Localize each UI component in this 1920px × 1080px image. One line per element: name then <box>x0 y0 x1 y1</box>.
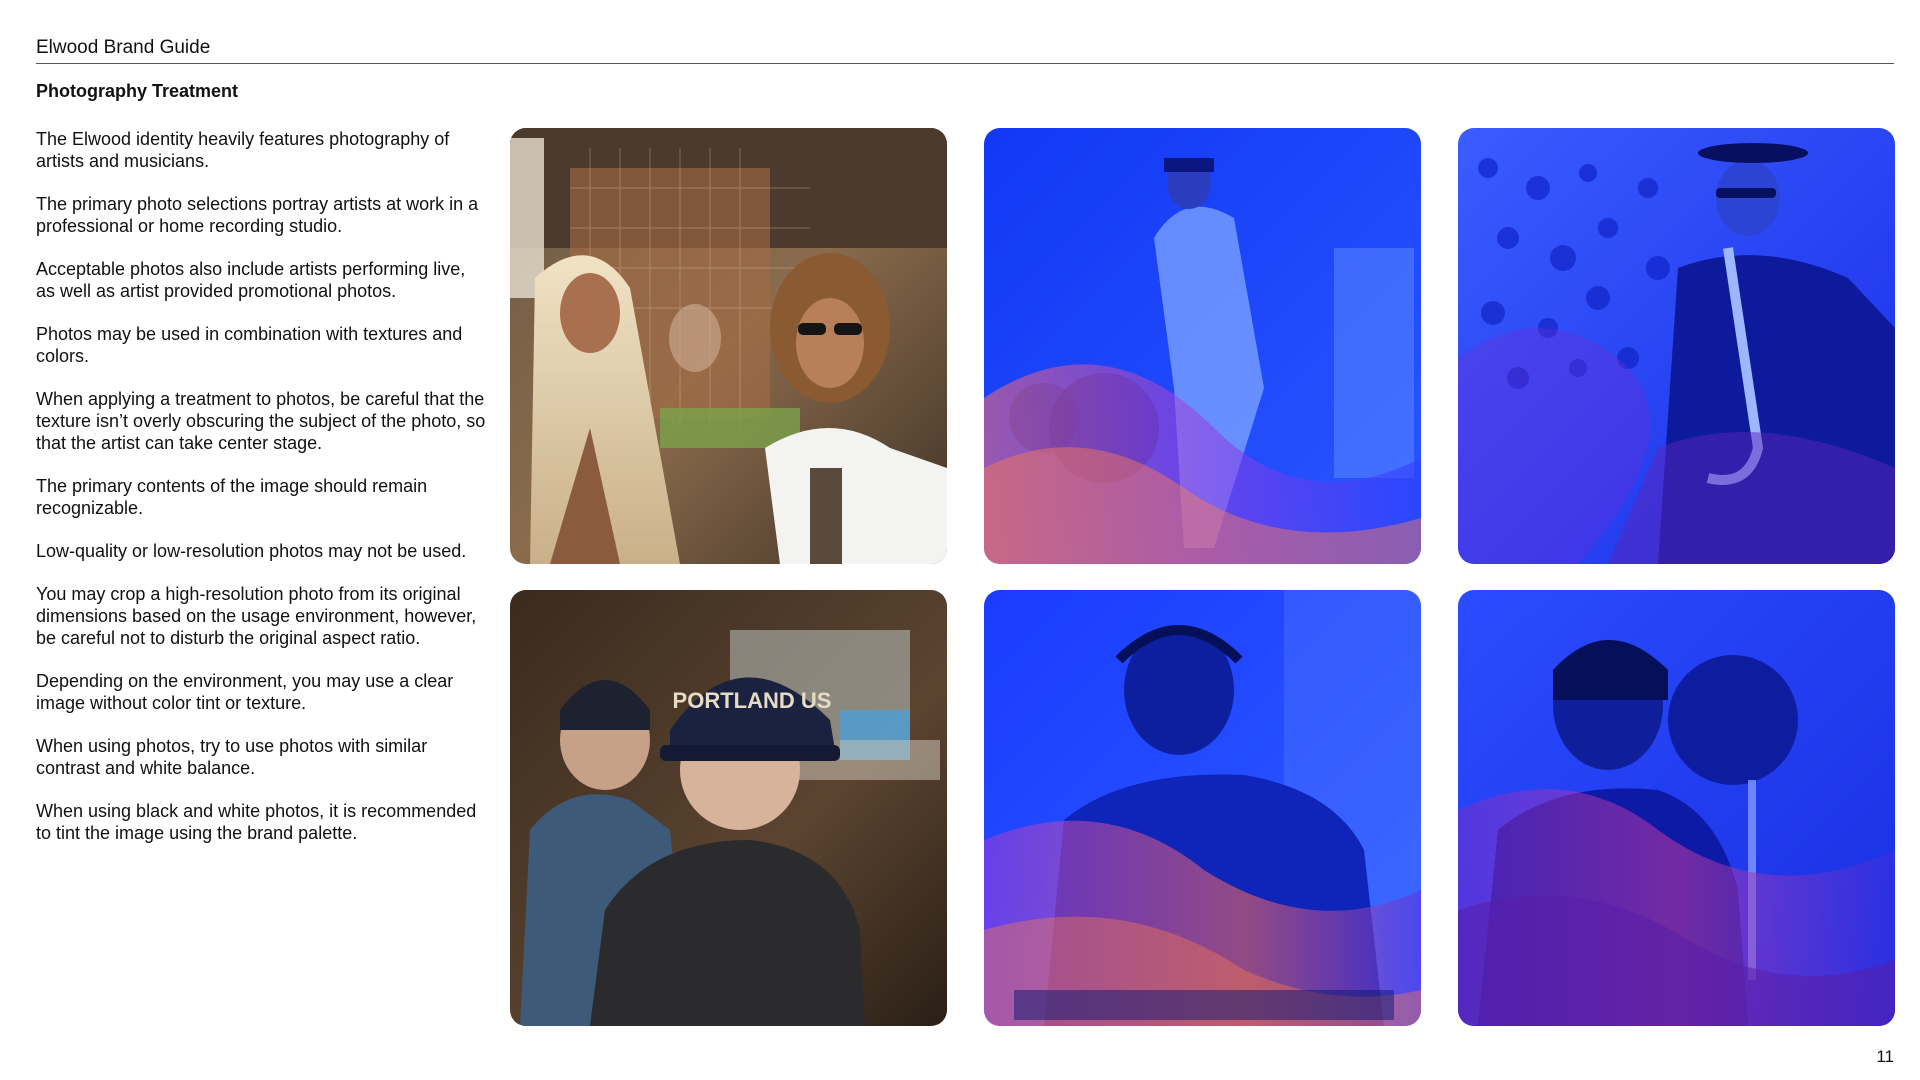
document-title: Elwood Brand Guide <box>36 37 211 58</box>
paragraph-contrast-balance: When using photos, try to use photos wit… <box>36 736 428 778</box>
paragraph-acceptable-photos: Acceptable photos also include artists p… <box>36 259 466 301</box>
brand-guide-page: Elwood Brand Guide Photography Treatment… <box>0 0 1920 1080</box>
photo-studio-session-image: PORTLAND US <box>510 590 947 1026</box>
photo-keyboardist-tinted <box>984 590 1421 1026</box>
photo-artists-outdoor <box>510 128 947 564</box>
paragraph-primary-selections: The primary photo selections portray art… <box>36 194 479 236</box>
photo-grid: PORTLAND US <box>510 128 1895 1026</box>
photo-artists-outdoor-image <box>510 128 947 564</box>
cap-text: PORTLAND US <box>673 688 832 713</box>
paragraph-treatment-caution: When applying a treatment to photos, be … <box>36 389 486 453</box>
paragraph-cropping: You may crop a high-resolution photo fro… <box>36 584 477 648</box>
photo-live-performer-tinted <box>984 128 1421 564</box>
photo-vocalist-tinted-image <box>1458 590 1895 1026</box>
photo-vocalist-tinted <box>1458 590 1895 1026</box>
paragraph-low-quality: Low-quality or low-resolution photos may… <box>36 541 467 561</box>
section-title: Photography Treatment <box>36 81 239 101</box>
paragraph-black-white: When using black and white photos, it is… <box>36 801 477 843</box>
paragraph-identity: The Elwood identity heavily features pho… <box>36 129 450 171</box>
document-header: Elwood Brand Guide <box>36 32 1894 64</box>
paragraph-clear-image: Depending on the environment, you may us… <box>36 671 454 713</box>
photo-saxophonist-tinted-image <box>1458 128 1895 564</box>
body-copy: The Elwood identity heavily features pho… <box>36 128 486 865</box>
paragraph-recognizable: The primary contents of the image should… <box>36 476 428 518</box>
paragraph-textures-colors: Photos may be used in combination with t… <box>36 324 463 366</box>
photo-keyboardist-tinted-image <box>984 590 1421 1026</box>
photo-saxophonist-tinted <box>1458 128 1895 564</box>
photo-studio-session: PORTLAND US <box>510 590 947 1026</box>
photo-live-performer-tinted-image <box>984 128 1421 564</box>
page-number: 11 <box>1876 1047 1894 1066</box>
